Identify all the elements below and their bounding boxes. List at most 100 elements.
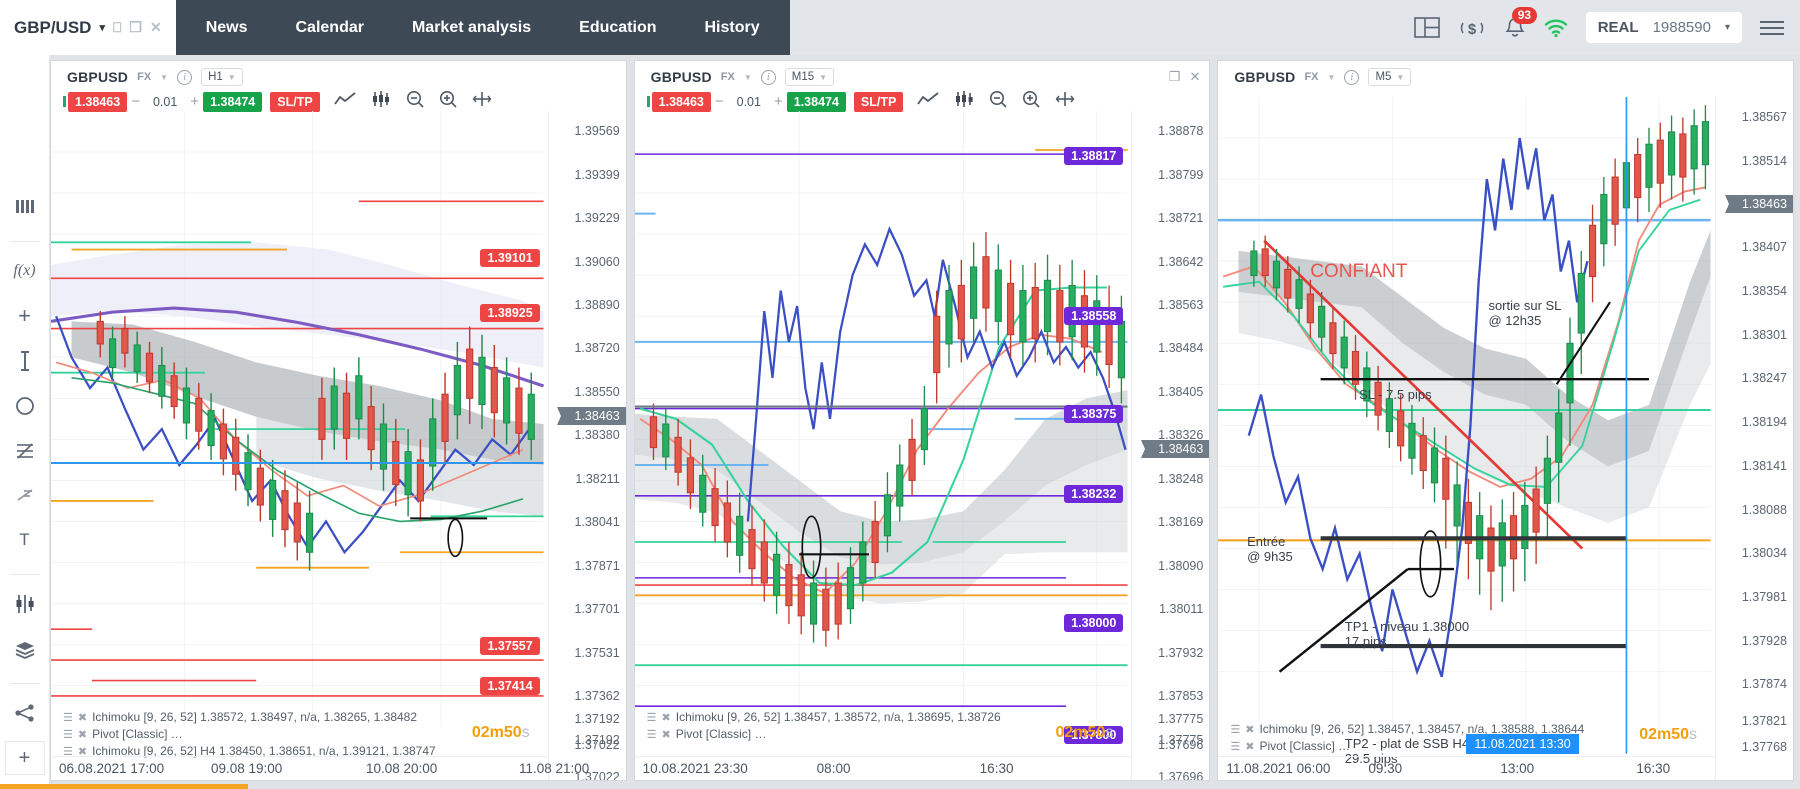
axis-tick: 1.38248 <box>1158 471 1204 486</box>
plot-area-m5[interactable]: 1.38567 1.38514 1.38407 1.38354 1.38301 … <box>1218 97 1794 780</box>
price-level-label[interactable]: 1.38232 <box>1064 485 1124 504</box>
sell-price-button[interactable]: 1.38463 <box>651 91 711 112</box>
sl-pips-annotation: SL - 7.5 pips <box>1359 387 1432 403</box>
axis-tick: 1.38088 <box>1741 502 1788 517</box>
bell-icon[interactable]: 93 <box>1504 6 1538 40</box>
share-icon[interactable] <box>8 696 42 730</box>
timeframe-selector[interactable]: H1 ▼ <box>201 68 243 86</box>
symbol-tab-label: GBP/USD <box>14 17 92 37</box>
hamburger-icon[interactable] <box>1760 20 1784 35</box>
zoom-in-icon[interactable] <box>1022 90 1040 113</box>
decrease-qty-button[interactable]: − <box>711 93 728 110</box>
close-icon[interactable]: ✕ <box>1189 69 1200 85</box>
move-crosshair-icon[interactable] <box>472 90 492 113</box>
panel-window-controls[interactable]: ❐ ✕ <box>1169 69 1201 85</box>
fibonacci-icon[interactable] <box>8 434 42 468</box>
axis-tick: 1.38484 <box>1158 341 1204 356</box>
pitchfork-icon[interactable] <box>8 479 42 513</box>
decrease-qty-button[interactable]: − <box>127 93 144 110</box>
price-level-label[interactable]: 1.38000 <box>1064 614 1124 633</box>
info-icon[interactable]: i <box>760 69 776 85</box>
buy-price-button[interactable]: 1.38474 <box>203 91 263 112</box>
confiant-annotation: CONFIANT <box>1310 260 1408 282</box>
info-icon[interactable]: i <box>1344 69 1360 85</box>
top-bar-spacer <box>789 0 1414 55</box>
price-level-label[interactable]: 1.37800 <box>1064 725 1124 744</box>
sell-price-button[interactable]: 1.38463 <box>68 91 128 112</box>
move-crosshair-icon[interactable] <box>1055 90 1075 113</box>
candles-icon[interactable] <box>954 91 974 112</box>
wifi-icon[interactable] <box>1544 18 1568 38</box>
vertical-line-icon[interactable] <box>8 344 42 378</box>
candle-settings-icon[interactable] <box>8 587 42 621</box>
ellipse-icon[interactable] <box>8 389 42 423</box>
timeframe-label: M5 <box>1375 71 1392 83</box>
chart-panel-m5: GBPUSD FX ▼ i M5 ▼ 1.38567 1.38514 1.384… <box>1217 60 1795 781</box>
price-level-label[interactable]: 1.37557 <box>480 637 540 656</box>
chart-panel-m15: ❐ ✕ GBPUSD FX ▼ i M15 ▼ 1.38463 − 0.01 +… <box>633 60 1211 781</box>
price-level-label[interactable]: 1.38817 <box>1064 147 1124 166</box>
layers-icon[interactable] <box>8 632 42 666</box>
nav-item-calendar[interactable]: Calendar <box>272 0 388 55</box>
restore-icon[interactable]: ❐ <box>129 19 142 36</box>
chart-type-icon[interactable] <box>333 92 356 111</box>
axis-tick: 1.38514 <box>1741 153 1788 168</box>
plot-area-h1[interactable]: 1.39569 1.39399 1.39229 1.39060 1.38890 … <box>51 111 626 780</box>
quantity-field[interactable]: 0.01 <box>144 95 186 109</box>
tab-window-controls[interactable]: ⎕ ❐ ✕ <box>113 19 162 36</box>
close-icon[interactable]: ✕ <box>150 19 162 36</box>
price-level-label[interactable]: 1.37414 <box>480 677 540 696</box>
zoom-out-icon[interactable] <box>989 90 1007 113</box>
dollar-signal-icon[interactable]: $ <box>1458 17 1486 39</box>
restore-icon[interactable]: ❐ <box>1169 69 1181 85</box>
price-level-label[interactable]: 1.39101 <box>480 249 540 268</box>
increase-qty-button[interactable]: + <box>186 93 203 110</box>
zoom-in-icon[interactable] <box>439 90 457 113</box>
axis-tick: 1.38721 <box>1158 211 1204 226</box>
chevron-down-icon[interactable]: ▼ <box>160 73 168 82</box>
timeframe-selector[interactable]: M5 ▼ <box>1368 68 1412 86</box>
add-tool-button[interactable]: + <box>4 741 45 776</box>
rail-divider-2 <box>9 574 40 576</box>
price-level-label[interactable]: 1.38558 <box>1064 306 1124 325</box>
quantity-field[interactable]: 0.01 <box>728 95 770 109</box>
tp1-annotation: TP1 - niveau 1.38000 17 pips <box>1344 619 1470 650</box>
account-number: 1988590 <box>1652 19 1711 36</box>
info-icon[interactable]: i <box>177 69 193 85</box>
sltp-button[interactable]: SL/TP <box>270 91 320 112</box>
axis-tick: 1.39060 <box>574 254 620 269</box>
chevron-down-icon[interactable]: ▼ <box>1328 73 1336 82</box>
axis-tick: 1.38169 <box>1158 515 1204 530</box>
layout-icon[interactable] <box>1413 17 1440 38</box>
axis-tick: 1.38550 <box>574 384 620 399</box>
price-level-label[interactable]: 1.38375 <box>1064 405 1124 424</box>
symbol-tab[interactable]: GBP/USD ▾ ⎕ ❐ ✕ <box>0 0 176 55</box>
nav-item-news[interactable]: News <box>182 0 272 55</box>
chart-type-icon[interactable] <box>917 92 939 111</box>
price-axis-h1[interactable]: 1.39569 1.39399 1.39229 1.39060 1.38890 … <box>547 111 626 780</box>
text-tool-icon[interactable]: T <box>8 523 42 557</box>
external-link-icon[interactable]: ⎕ <box>113 19 121 36</box>
timeframe-selector[interactable]: M15 ▼ <box>784 68 835 86</box>
price-axis-m5[interactable]: 1.38567 1.38514 1.38407 1.38354 1.38301 … <box>1715 97 1794 780</box>
nav-item-history[interactable]: History <box>681 0 784 55</box>
nav-item-market-analysis[interactable]: Market analysis <box>388 0 555 55</box>
buy-price-button[interactable]: 1.38474 <box>786 91 846 112</box>
price-axis-m15[interactable]: 1.38878 1.38799 1.38721 1.38642 1.38563 … <box>1131 111 1210 780</box>
chevron-down-icon: ▾ <box>99 22 105 34</box>
increase-qty-button[interactable]: + <box>770 93 787 110</box>
axis-tick: 1.38141 <box>1741 458 1788 473</box>
nav-item-education[interactable]: Education <box>555 0 680 55</box>
sltp-button[interactable]: SL/TP <box>853 91 904 112</box>
crosshair-plus-icon[interactable]: + <box>8 299 42 333</box>
zoom-out-icon[interactable] <box>406 90 424 113</box>
indicators-bars-icon[interactable] <box>8 190 42 224</box>
direction-tick <box>646 96 650 107</box>
function-icon[interactable]: f(x) <box>8 254 42 288</box>
plot-area-m15[interactable]: 1.38878 1.38799 1.38721 1.38642 1.38563 … <box>634 111 1210 780</box>
candles-icon[interactable] <box>371 91 391 112</box>
chevron-down-icon[interactable]: ▼ <box>744 73 752 82</box>
price-level-label[interactable]: 1.38925 <box>480 304 540 323</box>
account-selector[interactable]: REAL 1988590 ▾ <box>1585 12 1742 43</box>
axis-tick: 1.38034 <box>1741 546 1788 561</box>
